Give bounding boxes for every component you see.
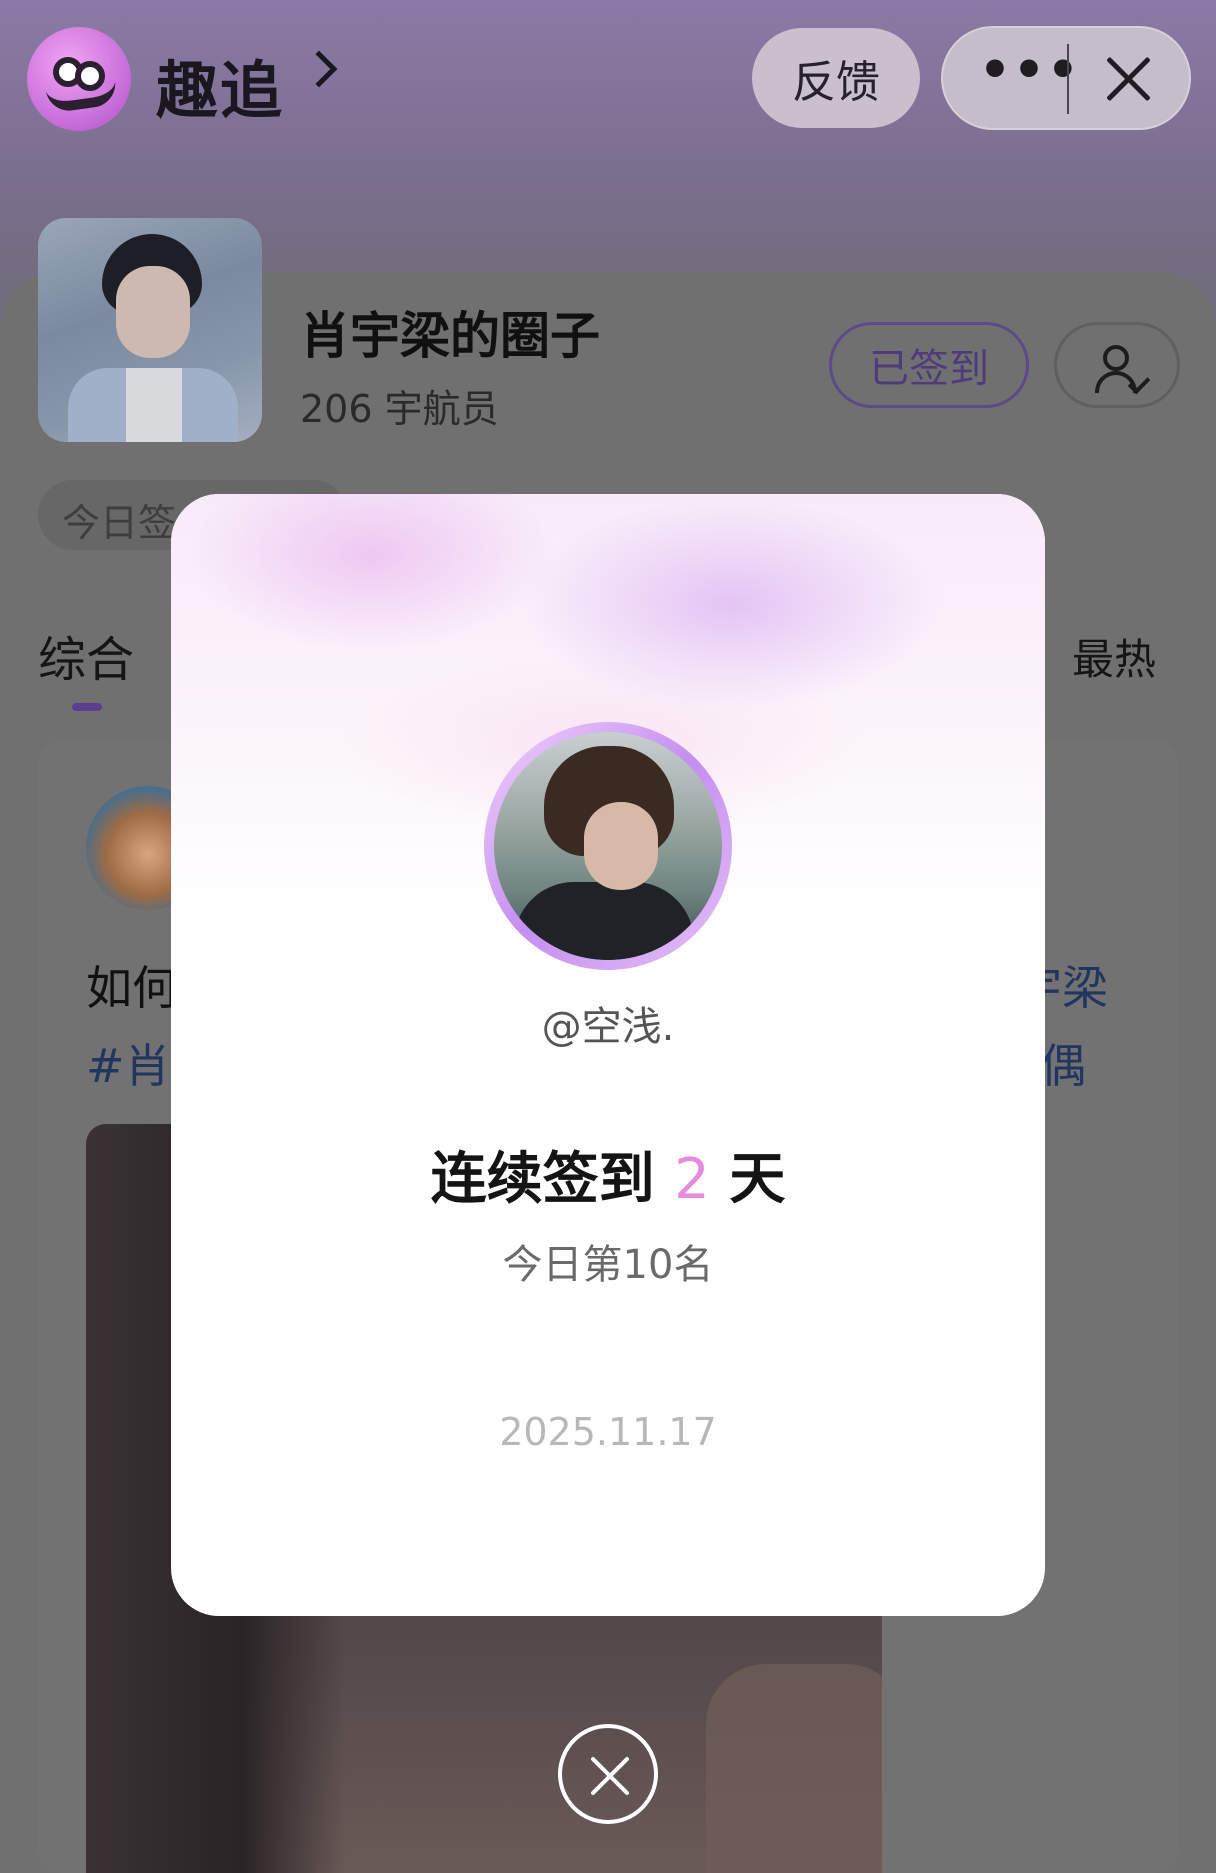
circle-cover-image[interactable]	[38, 218, 262, 442]
user-avatar	[484, 722, 732, 970]
cover-face	[116, 266, 190, 358]
user-check-icon[interactable]	[1054, 322, 1180, 408]
circle-member-count: 206 宇航员	[300, 387, 499, 431]
tab-all[interactable]: 综合	[38, 620, 134, 690]
profile-head	[1103, 345, 1129, 371]
signin-date: 2025.11.17	[499, 1410, 717, 1454]
more-dots-icon[interactable]: •••	[979, 45, 1079, 98]
close-icon[interactable]	[1103, 54, 1153, 104]
chevron-right-icon[interactable]	[300, 50, 338, 88]
circle-close-icon[interactable]	[558, 1724, 658, 1824]
signed-in-button[interactable]: 已签到	[829, 322, 1029, 408]
mini-program-capsule: •••	[941, 26, 1191, 130]
signin-success-modal: @空浅. 连续签到 2 天 今日第10名 2025.11.17	[171, 494, 1045, 1616]
capsule-divider	[1067, 44, 1069, 114]
avatar-body	[514, 882, 694, 960]
streak-days: 2	[674, 1147, 710, 1212]
today-rank: 今日第10名	[502, 1242, 714, 1288]
feedback-button[interactable]: 反馈	[752, 28, 920, 128]
username: @空浅.	[541, 1004, 675, 1050]
signin-streak: 连续签到 2 天	[171, 1134, 1045, 1215]
cover-shirt	[126, 368, 182, 442]
avatar-face	[584, 802, 658, 890]
post-image-hand	[706, 1664, 882, 1873]
user-avatar-photo	[494, 732, 722, 960]
circle-title: 肖宇梁的圈子	[300, 307, 600, 365]
post-text: 如何	[86, 961, 178, 1015]
today-signin-label: 今日签	[62, 501, 177, 545]
quzhui-logo-icon[interactable]	[27, 27, 131, 131]
streak-suffix: 天	[729, 1147, 786, 1212]
tab-active-indicator	[72, 703, 102, 711]
logo-mouth	[45, 80, 119, 114]
streak-prefix: 连续签到	[430, 1147, 655, 1212]
top-bar: 趣追 反馈 •••	[0, 0, 1216, 170]
tab-hot[interactable]: 最热	[1072, 626, 1156, 687]
app-name[interactable]: 趣追	[156, 40, 284, 130]
post-hashtag[interactable]: #肖	[86, 1030, 171, 1096]
post-hashtag[interactable]: 偶	[1040, 1030, 1086, 1096]
